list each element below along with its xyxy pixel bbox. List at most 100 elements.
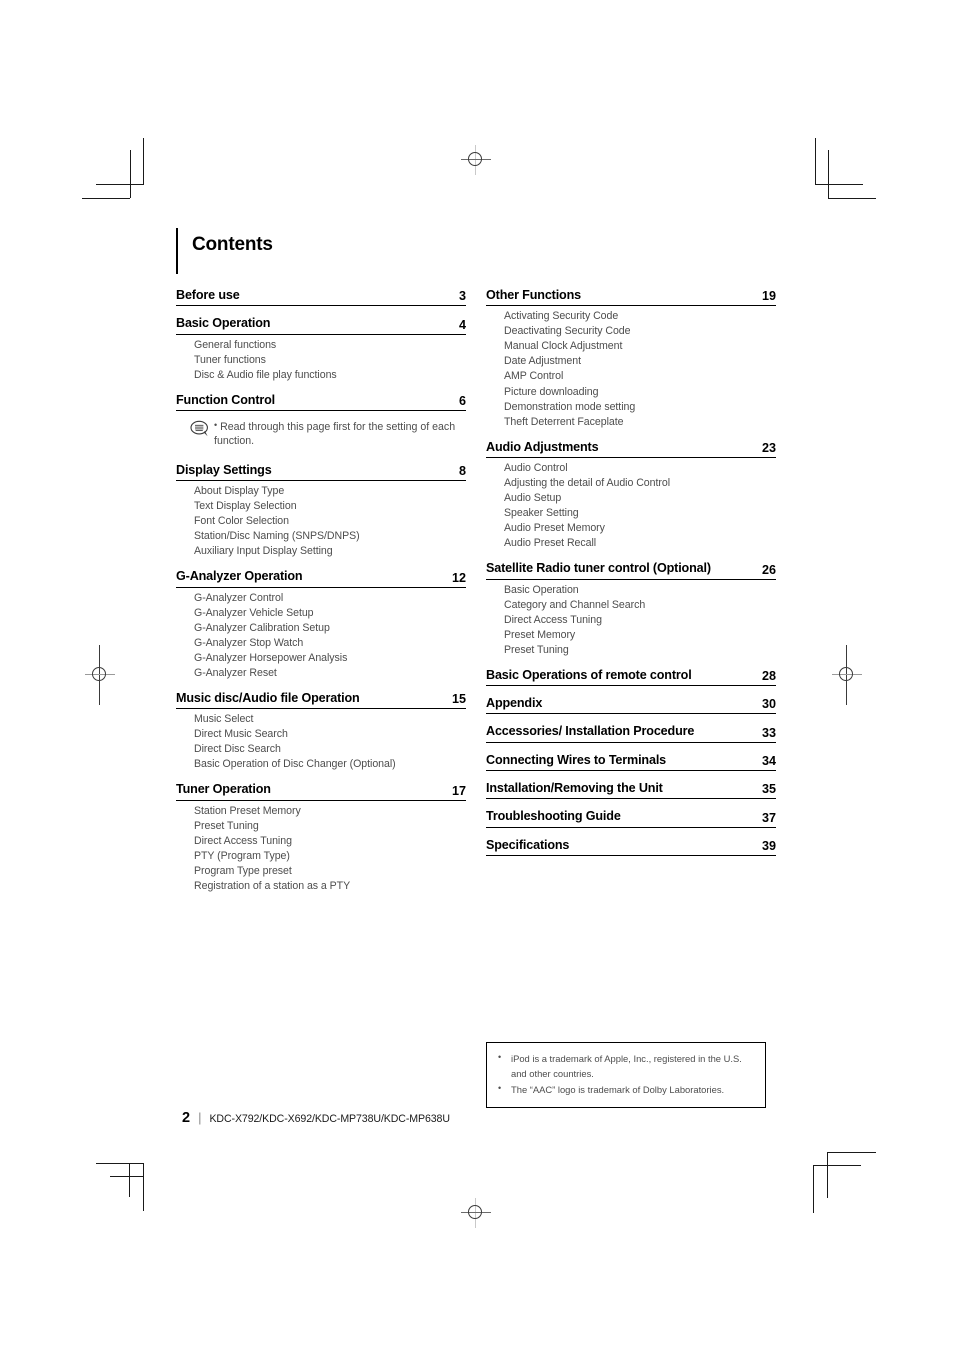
toc-subitem[interactable]: G-Analyzer Calibration Setup xyxy=(194,621,466,636)
toc-subitem[interactable]: Basic Operation xyxy=(504,583,776,598)
toc-subitem[interactable]: Speaker Setting xyxy=(504,506,776,521)
crop-mark-top-right-outer-v xyxy=(828,150,829,198)
toc-entry-title: Appendix xyxy=(486,696,543,711)
toc-subitem[interactable]: Preset Tuning xyxy=(504,643,776,658)
toc-subitem[interactable]: Preset Memory xyxy=(504,628,776,643)
registration-mark-top-center xyxy=(461,145,491,175)
toc-subitem[interactable]: Music Select xyxy=(194,712,466,727)
toc-subitem[interactable]: Direct Music Search xyxy=(194,727,466,742)
toc-subitem[interactable]: Audio Preset Memory xyxy=(504,521,776,536)
contents-column-left: Before use 3 Basic Operation 4 General funct… xyxy=(176,288,466,894)
toc-subitem-list: About Display Type Text Display Selection… xyxy=(176,484,466,559)
toc-subitem[interactable]: G-Analyzer Control xyxy=(194,591,466,606)
toc-entry-page-number: 37 xyxy=(761,810,776,825)
toc-subitem[interactable]: G-Analyzer Horsepower Analysis xyxy=(194,651,466,666)
toc-subitem[interactable]: Direct Access Tuning xyxy=(194,834,466,849)
toc-entry-page-number: 23 xyxy=(761,440,776,455)
toc-subitem[interactable]: Auxiliary Input Display Setting xyxy=(194,544,466,559)
toc-subitem[interactable]: Date Adjustment xyxy=(504,354,776,369)
toc-subitem[interactable]: Tuner functions xyxy=(194,353,466,368)
toc-entry-page-number: 26 xyxy=(761,562,776,577)
toc-entry[interactable]: Before use 3 xyxy=(176,288,466,307)
toc-entry-page-number: 4 xyxy=(458,317,466,332)
toc-subitem[interactable]: Direct Access Tuning xyxy=(504,613,776,628)
toc-subitem[interactable]: Audio Control xyxy=(504,461,776,476)
toc-entry[interactable]: Tuner Operation 17 xyxy=(176,782,466,801)
toc-subitem-list: General functions Tuner functions Disc & A… xyxy=(176,338,466,383)
toc-entry[interactable]: Specifications 39 xyxy=(486,837,776,857)
toc-subitem[interactable]: Category and Channel Search xyxy=(504,598,776,613)
toc-subitem[interactable]: Disc & Audio file play functions xyxy=(194,368,466,383)
toc-entry[interactable]: Other Functions 19 xyxy=(486,288,776,307)
toc-entry[interactable]: Accessories/ Installation Procedure 33 xyxy=(486,724,776,743)
registration-mark-bottom-center xyxy=(461,1198,491,1228)
crop-mark-bottom-left-outer-h xyxy=(96,1163,144,1164)
toc-subitem[interactable]: Audio Preset Recall xyxy=(504,536,776,551)
toc-subitem-list: Station Preset Memory Preset Tuning Direct… xyxy=(176,804,466,894)
trademark-list: iPod is a trademark of Apple, Inc., regi… xyxy=(495,1051,755,1098)
toc-entry-title: Basic Operations of remote control xyxy=(486,667,692,682)
toc-entry[interactable]: Installation/Removing the Unit 35 xyxy=(486,781,776,800)
toc-subitem[interactable]: G-Analyzer Stop Watch xyxy=(194,636,466,651)
toc-entry-page-number: 15 xyxy=(451,692,466,707)
contents-column-right: Other Functions 19 Activating Security Cod… xyxy=(486,288,776,894)
toc-subitem[interactable]: Adjusting the detail of Audio Control xyxy=(504,476,776,491)
toc-subitem[interactable]: Audio Setup xyxy=(504,491,776,506)
toc-subitem[interactable]: Direct Disc Search xyxy=(194,742,466,757)
toc-entry[interactable]: Connecting Wires to Terminals 34 xyxy=(486,752,776,772)
toc-entry[interactable]: Appendix 30 xyxy=(486,696,776,715)
crop-mark-bottom-right-inner-v xyxy=(827,1152,828,1198)
toc-subitem[interactable]: Basic Operation of Disc Changer (Optiona… xyxy=(194,757,466,772)
toc-subitem[interactable]: Activating Security Code xyxy=(504,309,776,324)
toc-subitem[interactable]: G-Analyzer Reset xyxy=(194,666,466,681)
toc-entry[interactable]: Music disc/Audio file Operation 15 xyxy=(176,691,466,710)
toc-subitem[interactable]: Font Color Selection xyxy=(194,514,466,529)
toc-subitem[interactable]: General functions xyxy=(194,338,466,353)
toc-entry-title: Satellite Radio tuner control (Optional) xyxy=(486,561,711,576)
toc-entry-page-number: 8 xyxy=(458,464,466,479)
contents-header: Contents xyxy=(176,228,776,274)
footer-separator: | xyxy=(198,1110,202,1125)
toc-subitem[interactable]: Registration of a station as a PTY xyxy=(194,879,466,894)
toc-entry[interactable]: Audio Adjustments 23 xyxy=(486,440,776,458)
toc-entry-title: Connecting Wires to Terminals xyxy=(486,752,667,767)
toc-entry-page-number: 28 xyxy=(761,669,776,684)
toc-subitem[interactable]: PTY (Program Type) xyxy=(194,849,466,864)
toc-entry[interactable]: Display Settings 8 xyxy=(176,463,466,482)
toc-entry[interactable]: Function Control 6 xyxy=(176,393,466,412)
toc-entry-title: Other Functions xyxy=(486,288,582,302)
toc-subitem[interactable]: Demonstration mode setting xyxy=(504,400,776,415)
toc-subitem[interactable]: Preset Tuning xyxy=(194,819,466,834)
toc-entry[interactable]: Satellite Radio tuner control (Optional)… xyxy=(486,561,776,580)
toc-entry-page-number: 12 xyxy=(451,570,466,585)
toc-subitem[interactable]: Manual Clock Adjustment xyxy=(504,339,776,354)
toc-entry[interactable]: G-Analyzer Operation 12 xyxy=(176,569,466,588)
toc-subitem[interactable]: AMP Control xyxy=(504,369,776,384)
registration-mark-left-middle xyxy=(85,645,115,705)
toc-subitem[interactable]: Text Display Selection xyxy=(194,499,466,514)
toc-entry[interactable]: Troubleshooting Guide 37 xyxy=(486,809,776,828)
toc-entry-title: Specifications xyxy=(486,837,570,852)
contents-accent-bar xyxy=(176,228,178,274)
toc-note-body: Read through this page first for the set… xyxy=(214,421,456,448)
toc-entry[interactable]: Basic Operation 4 xyxy=(176,316,466,335)
toc-entry-title: Tuner Operation xyxy=(176,782,271,797)
toc-subitem[interactable]: Theft Deterrent Faceplate xyxy=(504,415,776,430)
trademark-item: iPod is a trademark of Apple, Inc., regi… xyxy=(495,1051,755,1081)
toc-subitem[interactable]: Station/Disc Naming (SNPS/DNPS) xyxy=(194,529,466,544)
toc-subitem[interactable]: Picture downloading xyxy=(504,385,776,400)
toc-entry-title: Audio Adjustments xyxy=(486,439,599,454)
toc-subitem[interactable]: Program Type preset xyxy=(194,864,466,879)
page-footer: 2 | KDC-X792/KDC-X692/KDC-MP738U/KDC-MP6… xyxy=(182,1110,450,1126)
toc-subitem[interactable]: G-Analyzer Vehicle Setup xyxy=(194,606,466,621)
toc-subitem[interactable]: About Display Type xyxy=(194,484,466,499)
toc-subitem-list: Basic Operation Category and Channel Sear… xyxy=(486,583,776,658)
toc-note-text: • Read through this page first for the s… xyxy=(214,419,460,449)
toc-subitem[interactable]: Deactivating Security Code xyxy=(504,324,776,339)
crop-mark-top-left-outer-v xyxy=(130,150,131,198)
toc-subitem[interactable]: Station Preset Memory xyxy=(194,804,466,819)
crop-mark-top-right-outer-h xyxy=(828,198,876,199)
contents-columns: Before use 3 Basic Operation 4 General funct… xyxy=(176,288,776,894)
toc-subitem-list: Music Select Direct Music Search Direct Di… xyxy=(176,712,466,772)
toc-entry[interactable]: Basic Operations of remote control 28 xyxy=(486,667,776,687)
